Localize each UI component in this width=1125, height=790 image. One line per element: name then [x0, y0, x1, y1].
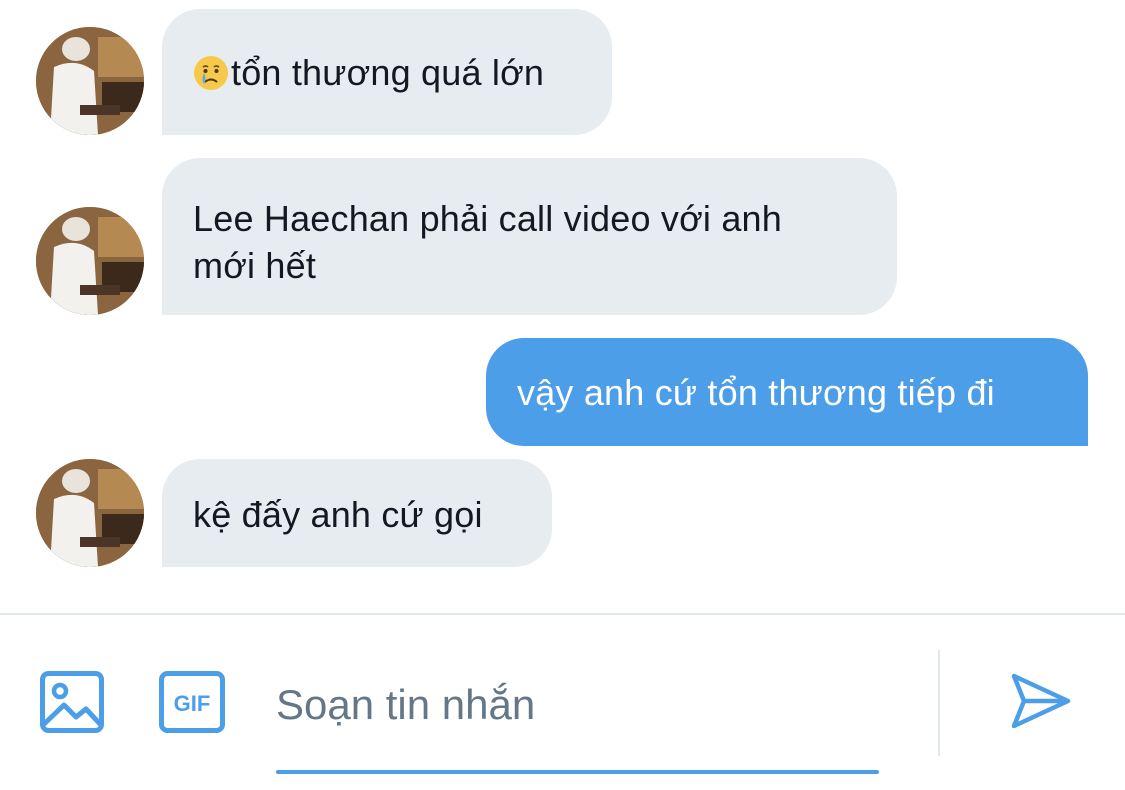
- message-text: vậy anh cứ tổn thương tiếp đi: [517, 372, 995, 413]
- composer-divider: [0, 613, 1125, 615]
- avatar[interactable]: [36, 459, 144, 567]
- input-focus-underline: [276, 770, 879, 774]
- message-text: kệ đấy anh cứ gọi: [193, 494, 483, 535]
- message-text-line: mới hết: [193, 245, 317, 286]
- send-icon[interactable]: [1010, 670, 1072, 732]
- gif-icon[interactable]: GIF: [159, 671, 225, 733]
- incoming-message-bubble[interactable]: tổn thương quá lớn: [162, 9, 612, 135]
- message-input-wrapper: [276, 660, 879, 778]
- gif-label: GIF: [174, 691, 211, 716]
- avatar[interactable]: [36, 207, 144, 315]
- message-input[interactable]: [276, 660, 879, 750]
- avatar-photo: [36, 27, 144, 135]
- message-text-content: tổn thương quá lớn: [231, 52, 545, 93]
- outgoing-message-bubble[interactable]: vậy anh cứ tổn thương tiếp đi: [486, 338, 1088, 446]
- avatar-photo: [36, 459, 144, 567]
- avatar[interactable]: [36, 27, 144, 135]
- message-text-line: Lee Haechan phải call video với anh: [193, 198, 782, 239]
- avatar-photo: [36, 207, 144, 315]
- image-icon[interactable]: [40, 671, 104, 733]
- incoming-message-bubble[interactable]: Lee Haechan phải call video với anh mới …: [162, 158, 897, 315]
- composer-separator: [938, 650, 940, 756]
- crying-face-icon: [194, 56, 228, 90]
- direct-message-screen: tổn thương quá lớn Lee Haechan phải call…: [0, 0, 1125, 790]
- message-text: tổn thương quá lớn: [193, 49, 582, 96]
- incoming-message-bubble[interactable]: kệ đấy anh cứ gọi: [162, 459, 552, 567]
